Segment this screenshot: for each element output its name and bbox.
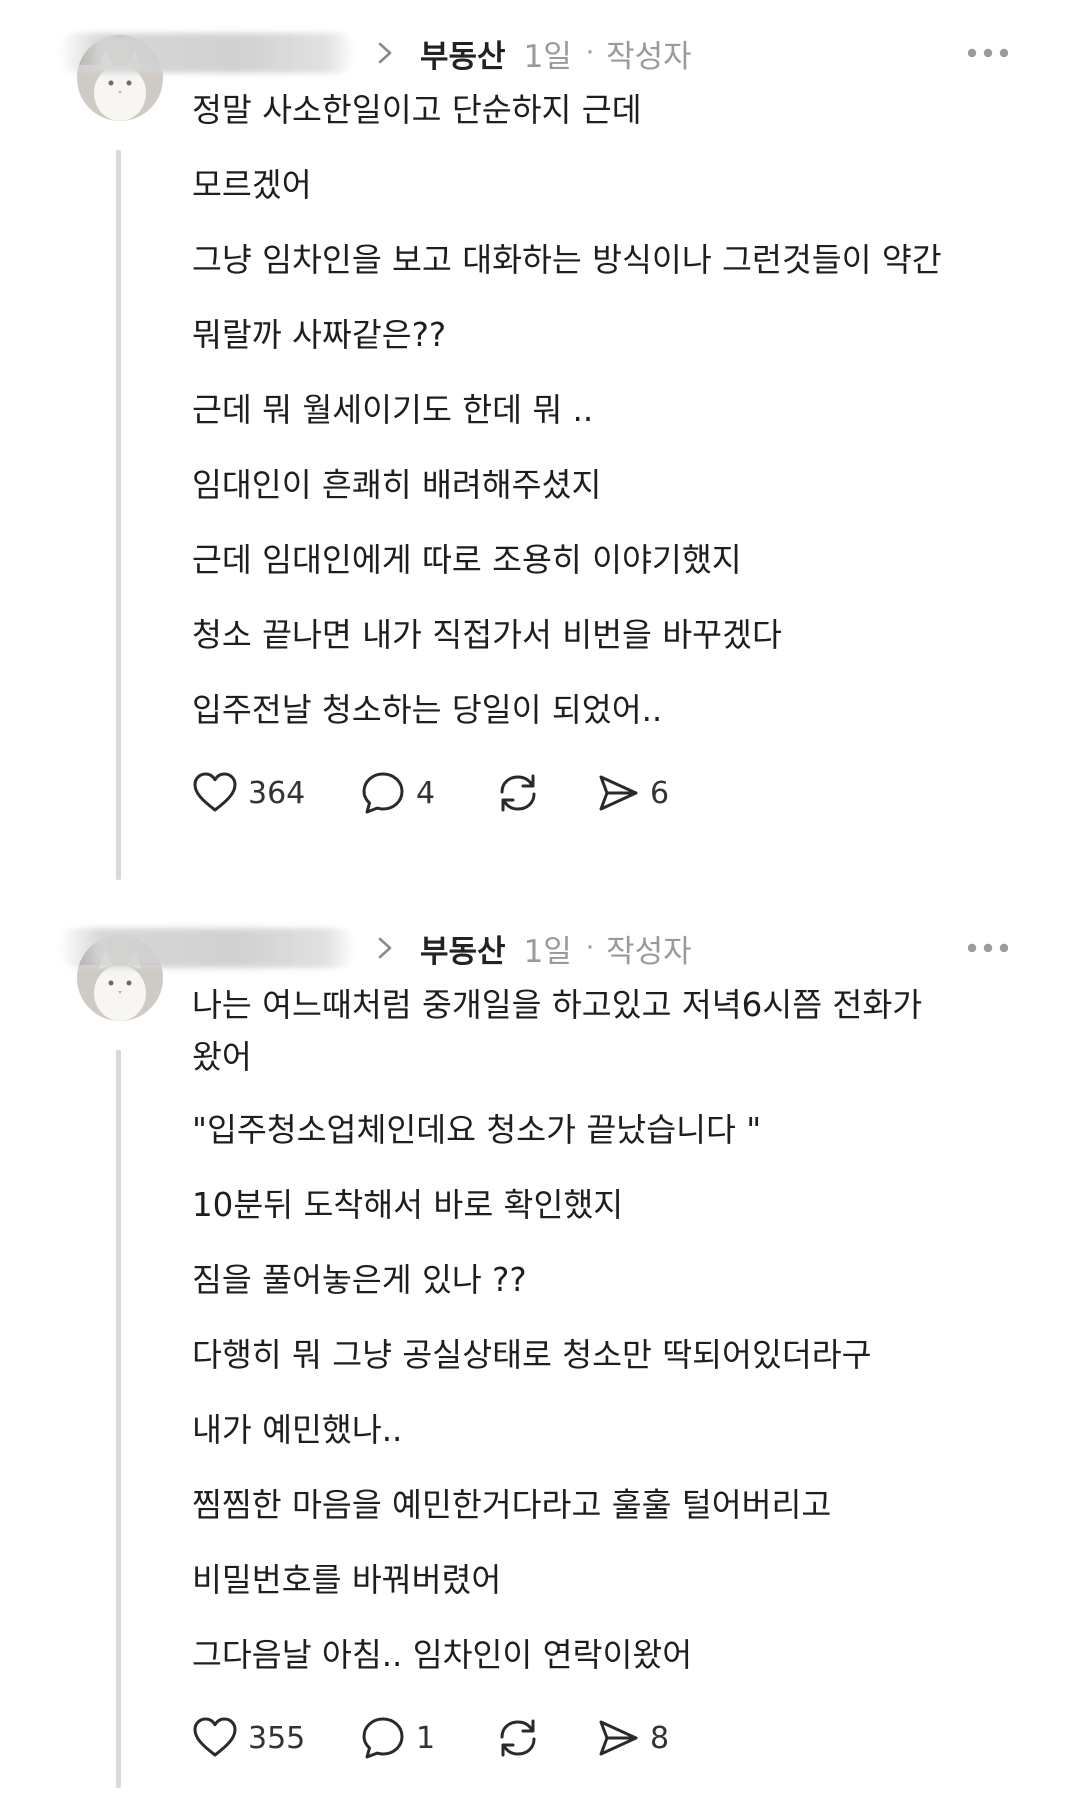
- post-text-line: 짐을 풀어놓은게 있나 ??: [192, 1261, 527, 1299]
- post-text-line: 다행히 뭐 그냥 공실상태로 청소만 딱되어있더라구: [192, 1336, 872, 1374]
- repost-button[interactable]: [494, 1713, 542, 1763]
- share-count: 8: [650, 1720, 670, 1756]
- send-icon: [599, 1720, 638, 1756]
- comment-count: 1: [416, 1720, 436, 1756]
- chevron-right-icon: [378, 937, 392, 959]
- post-text-line: 찜찜한 마음을 예민한거다라고 훌훌 털어버리고: [192, 1486, 832, 1524]
- like-count: 355: [248, 1720, 306, 1756]
- username-redacted[interactable]: [58, 928, 356, 968]
- speech-bubble-icon: [362, 1717, 404, 1759]
- like-button[interactable]: 355: [192, 1713, 305, 1763]
- post-text-line: "입주청소업체인데요 청소가 끝났습니다 ": [192, 1111, 762, 1149]
- post-text-line: 나는 여느때처럼 중개일을 하고있고 저녁6시쯤 전화가: [192, 986, 923, 1024]
- post-text-line: 10분뒤 도착해서 바로 확인했지: [192, 1186, 624, 1224]
- action-bar: 355 1 8: [192, 1713, 732, 1763]
- post-text-line: 비밀번호를 바꿔버렸어: [192, 1561, 502, 1599]
- post-text-line: 내가 예민했나..: [192, 1411, 403, 1449]
- heart-icon: [193, 1717, 237, 1757]
- more-dots-icon[interactable]: [966, 942, 1010, 954]
- post-text-line: 왔어: [192, 1038, 252, 1076]
- comment-button[interactable]: 1: [360, 1713, 435, 1763]
- post-meta: 부동산 1일 · 작성자: [372, 926, 692, 970]
- post-2: 부동산 1일 · 작성자 나는 여느때처럼 중개일을 하고있고 저녁6시쯤 전화…: [0, 0, 1080, 1799]
- share-button[interactable]: 8: [596, 1713, 669, 1763]
- category-link[interactable]: 부동산: [420, 926, 506, 971]
- post-text-line: 그다음날 아침.. 임차인이 연락이왔어: [192, 1636, 693, 1674]
- repost-icon: [500, 1719, 536, 1757]
- author-badge: 작성자: [606, 933, 692, 970]
- post-age: 1일: [523, 933, 572, 970]
- meta-separator: ·: [585, 933, 595, 963]
- thread-line: [116, 1050, 121, 1788]
